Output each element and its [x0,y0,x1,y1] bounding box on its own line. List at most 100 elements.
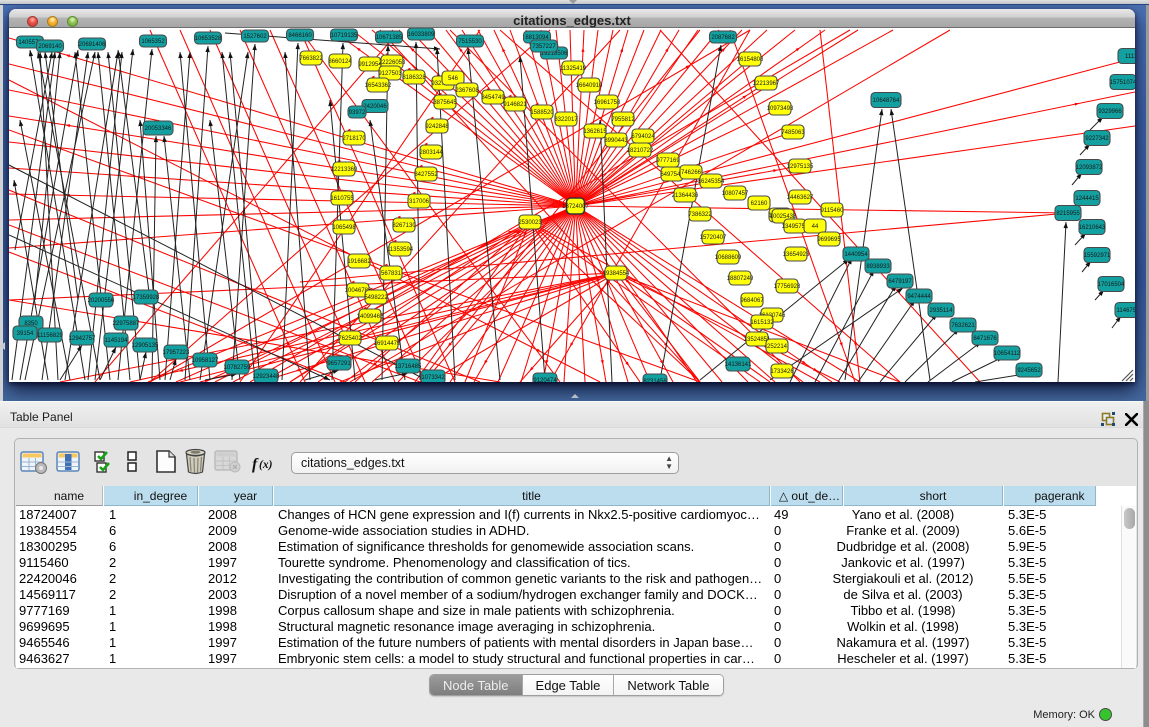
svg-text:8454749: 8454749 [481,95,505,101]
svg-text:2530023: 2530023 [518,220,542,226]
svg-text:7663822: 7663822 [299,56,323,62]
svg-text:1065352: 1065352 [141,39,165,45]
svg-text:8427552: 8427552 [414,172,438,178]
svg-text:10648764: 10648764 [873,98,900,104]
svg-text:17359928: 17359928 [133,295,160,301]
svg-text:2367608: 2367608 [455,88,479,94]
svg-text:2718170: 2718170 [342,136,366,142]
svg-text:9657291: 9657291 [327,361,351,367]
svg-text:20691406: 20691406 [79,42,106,48]
svg-text:14099465: 14099465 [357,314,384,320]
svg-text:18807249: 18807249 [727,276,754,282]
svg-text:1610755: 1610755 [330,196,354,202]
svg-text:5498222: 5498222 [364,295,388,301]
svg-text:9242848: 9242848 [425,124,449,130]
svg-text:546: 546 [448,76,459,82]
svg-text:16210643: 16210643 [1079,225,1106,231]
svg-text:12905135: 12905135 [132,343,159,349]
svg-text:10688609: 10688609 [715,255,742,261]
svg-text:2069140: 2069140 [38,44,62,50]
svg-text:1065498: 1065498 [332,225,356,231]
svg-text:8267130: 8267130 [392,223,416,229]
svg-text:7625402: 7625402 [338,336,362,342]
svg-text:9474444: 9474444 [907,294,931,300]
svg-text:1733426: 1733426 [770,369,794,375]
svg-text:f: f [252,456,259,473]
svg-text:6479197: 6479197 [888,279,912,285]
svg-text:13716485: 13716485 [395,364,422,370]
svg-text:7485063: 7485063 [781,130,805,136]
svg-text:10973493: 10973493 [767,106,794,112]
svg-text:7632621: 7632621 [951,323,975,329]
svg-text:7386322: 7386322 [688,212,712,218]
svg-text:8938933: 8938933 [866,264,890,270]
svg-text:12093872: 12093872 [1076,165,1103,171]
svg-text:12923448: 12923448 [253,374,280,380]
svg-text:18724007: 18724007 [562,204,589,210]
svg-text:1111: 1111 [1125,54,1135,60]
svg-text:8471676: 8471676 [973,336,997,342]
svg-text:1916682: 1916682 [347,259,371,265]
svg-text:7357227: 7357227 [532,44,556,50]
svg-text:9120474: 9120474 [533,378,557,382]
svg-text:567831: 567831 [381,271,402,277]
svg-text:22975887: 22975887 [113,321,140,327]
svg-text:17016504: 17016504 [1098,282,1125,288]
svg-text:20053346: 20053346 [145,126,172,132]
svg-text:1145194: 1145194 [105,338,129,344]
svg-text:9115460: 9115460 [821,208,845,214]
svg-text:15592971: 15592971 [1084,253,1111,259]
svg-text:7955812: 7955812 [611,117,635,123]
svg-text:21364436: 21364436 [672,193,699,199]
svg-text:10653528: 10653528 [195,36,222,42]
svg-text:44: 44 [812,224,819,230]
svg-text:1588520: 1588520 [530,110,554,116]
svg-text:16033809: 16033809 [408,32,435,38]
svg-text:17957223: 17957223 [163,350,190,356]
svg-text:11353594: 11353594 [387,247,414,253]
svg-text:2087682: 2087682 [711,35,735,41]
svg-text:16245354: 16245354 [698,179,725,185]
svg-text:9777169: 9777169 [656,158,680,164]
svg-text:15720407: 15720407 [700,235,727,241]
svg-text:8466160: 8466160 [288,33,312,39]
svg-text:10671385: 10671385 [376,35,403,41]
svg-text:13654923: 13654923 [783,252,810,258]
svg-text:16154808: 16154808 [737,57,764,63]
svg-text:39154: 39154 [17,331,34,337]
svg-text:1440954: 1440954 [844,252,868,258]
svg-text:1615132: 1615132 [750,320,774,326]
svg-text:12942757: 12942757 [69,336,96,342]
svg-text:17756928: 17756928 [774,284,801,290]
svg-text:11325419: 11325419 [560,66,587,72]
svg-text:(x): (x) [259,459,273,471]
svg-text:19384554: 19384554 [603,271,630,277]
svg-text:8186328: 8186328 [402,75,426,81]
svg-text:1146753: 1146753 [1117,308,1135,314]
svg-text:9146821: 9146821 [503,102,527,108]
svg-text:16640910: 16640910 [576,83,603,89]
svg-text:93972: 93972 [349,110,366,116]
svg-text:8660124: 8660124 [328,59,352,65]
svg-text:16914479: 16914479 [374,341,401,347]
svg-text:22226053: 22226053 [379,60,406,66]
svg-text:2935114: 2935114 [930,308,954,314]
svg-text:7515530: 7515530 [458,39,482,45]
svg-text:2420046: 2420046 [363,104,387,110]
svg-text:6794024: 6794024 [631,134,655,140]
svg-text:3875645: 3875645 [433,100,457,106]
svg-text:10719135: 10719135 [331,33,358,39]
svg-text:8215955: 8215955 [1056,211,1080,217]
svg-text:9699695: 9699695 [817,237,841,243]
svg-text:10654112: 10654112 [994,351,1021,357]
svg-text:11156829: 11156829 [37,333,63,339]
svg-text:18210722: 18210722 [627,148,654,154]
svg-text:14136141: 14136141 [725,362,752,368]
svg-text:9227342: 9227342 [1085,136,1109,142]
svg-text:252214: 252214 [767,344,788,350]
svg-text:317006: 317006 [409,199,430,205]
svg-text:1073342: 1073342 [421,375,445,381]
svg-text:1244415: 1244415 [1075,196,1099,202]
svg-text:2803144: 2803144 [419,150,443,156]
svg-text:14463627: 14463627 [787,195,814,201]
